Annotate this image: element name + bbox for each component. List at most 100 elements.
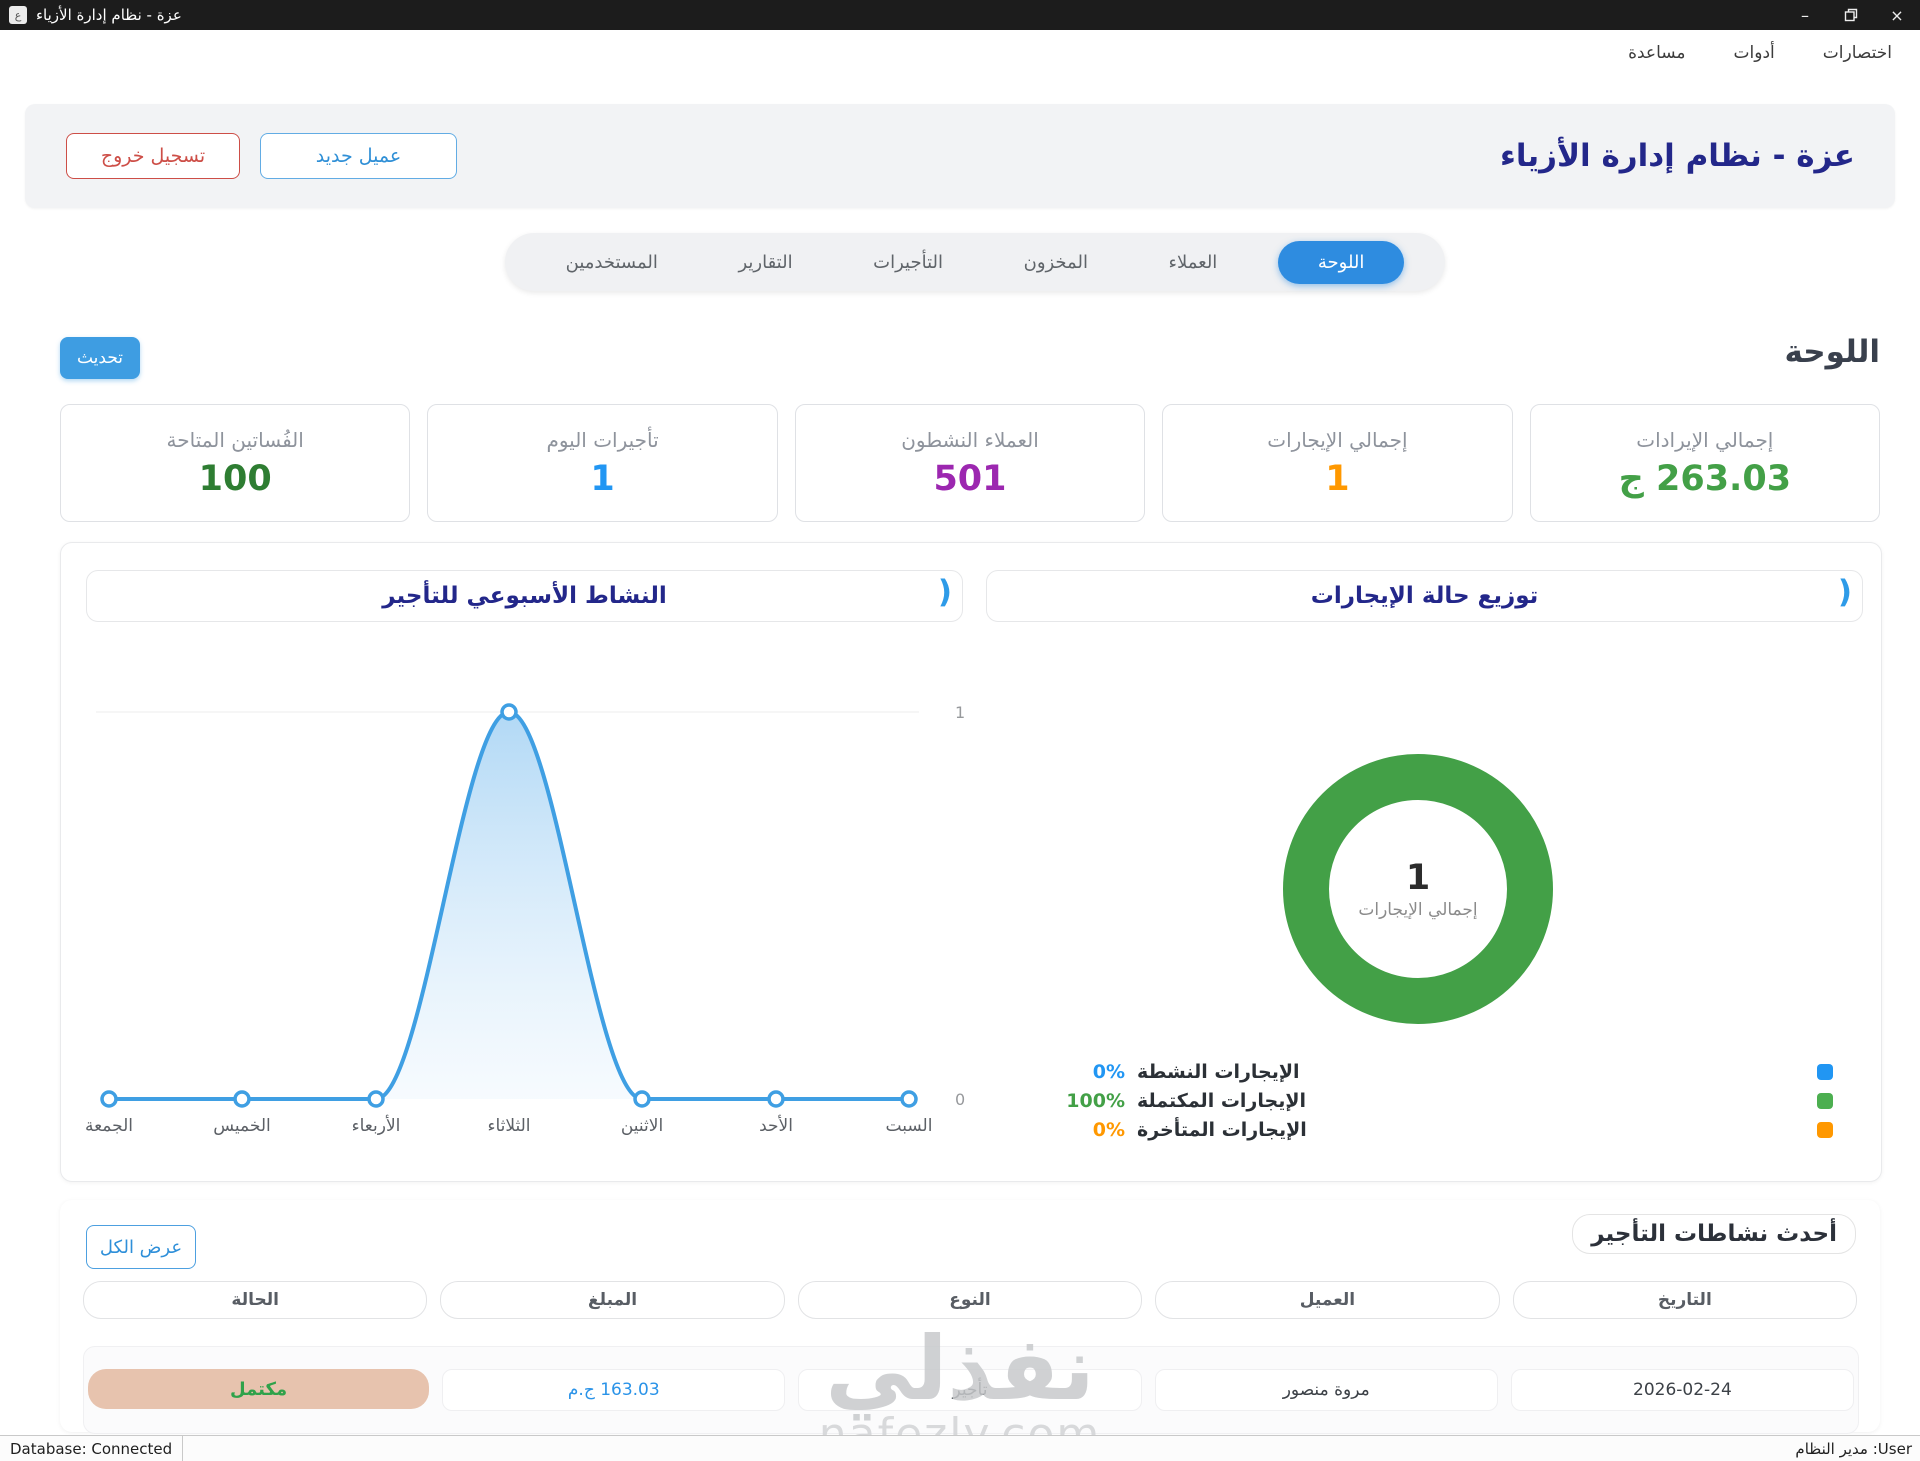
donut-total-value: 1 bbox=[1405, 858, 1431, 898]
charts-panel: النشاط الأسبوعي للتأجير ) توزيع حالة الإ… bbox=[60, 542, 1882, 1182]
data-point bbox=[100, 1090, 118, 1108]
legend-item-late: 0% الإيجارات المتأخرة bbox=[1061, 1117, 1833, 1143]
stat-label: العملاء النشطون bbox=[901, 427, 1039, 452]
stat-value: 501 bbox=[933, 458, 1007, 499]
stat-value: 263.03 ج bbox=[1618, 458, 1792, 499]
weekly-line-chart: 1 0 الجمعة الخميس الأربعاء الثلاثاء الاث… bbox=[85, 703, 965, 1136]
x-tick: الأحد bbox=[759, 1115, 793, 1136]
x-tick: الثلاثاء bbox=[487, 1116, 530, 1136]
logout-button[interactable]: تسجيل خروج bbox=[66, 133, 240, 179]
user-status: User: مدير النظام bbox=[1795, 1439, 1912, 1458]
tab-rentals[interactable]: التأجيرات bbox=[853, 241, 963, 284]
x-tick: الاثنين bbox=[621, 1116, 663, 1136]
legend-item-active: 0% الإيجارات النشطة bbox=[1061, 1059, 1833, 1085]
donut-total-label: إجمالي الإيجارات bbox=[1358, 900, 1478, 920]
column-header-amount: المبلغ bbox=[440, 1281, 785, 1319]
header-card: عزة - نظام إدارة الأزياء عميل جديد تسجيل… bbox=[25, 104, 1895, 208]
legend-pct: 100% bbox=[1066, 1090, 1125, 1112]
latest-activities-title: أحدث نشاطات التأجير bbox=[1572, 1214, 1856, 1254]
stat-value: 1 bbox=[1325, 458, 1350, 499]
refresh-button[interactable]: تحديث bbox=[60, 337, 140, 379]
main-tabs: اللوحة العملاء المخزون التأجيرات التقاري… bbox=[505, 233, 1445, 291]
menu-bar: اختصارات أدوات مساعدة bbox=[0, 30, 1920, 76]
stat-label: تأجيرات اليوم bbox=[546, 427, 659, 452]
table-row-cells: 2026-02-24 مروة منصور تأجير 163.03 ج.م م… bbox=[84, 1369, 1858, 1411]
cell-amount: 163.03 ج.م bbox=[442, 1369, 786, 1411]
menu-tools[interactable]: أدوات bbox=[1734, 43, 1775, 63]
stat-card-total-revenue: إجمالي الإيرادات 263.03 ج bbox=[1529, 404, 1880, 522]
stat-card-today-rentals: تأجيرات اليوم 1 bbox=[427, 404, 778, 522]
view-all-button[interactable]: عرض الكل bbox=[86, 1225, 196, 1269]
column-header-client: العميل bbox=[1155, 1281, 1500, 1319]
tab-clients[interactable]: العملاء bbox=[1149, 241, 1238, 284]
close-icon[interactable]: × bbox=[1874, 0, 1920, 30]
legend-label: الإيجارات المكتملة bbox=[1137, 1090, 1306, 1112]
status-badge: مكتمل bbox=[87, 1369, 430, 1409]
y-axis-max: 1 bbox=[955, 703, 965, 722]
legend-label: الإيجارات النشطة bbox=[1137, 1061, 1300, 1083]
app-icon: ع bbox=[9, 6, 27, 24]
tab-users[interactable]: المستخدمين bbox=[546, 241, 678, 284]
cell-client: مروة منصور bbox=[1154, 1369, 1498, 1411]
table-header-row: التاريخ العميل النوع المبلغ الحالة bbox=[82, 1281, 1857, 1319]
x-tick: السبت bbox=[886, 1116, 933, 1136]
weekly-chart-title: النشاط الأسبوعي للتأجير ) bbox=[86, 570, 963, 622]
minimize-icon[interactable]: – bbox=[1782, 0, 1828, 30]
menu-help[interactable]: مساعدة bbox=[1628, 43, 1685, 63]
menu-shortcuts[interactable]: اختصارات bbox=[1823, 43, 1892, 63]
stats-row: إجمالي الإيرادات 263.03 ج إجمالي الإيجار… bbox=[59, 404, 1880, 522]
data-point-peak bbox=[500, 703, 518, 721]
restore-icon[interactable] bbox=[1828, 0, 1874, 30]
data-point bbox=[633, 1090, 651, 1108]
column-header-type: النوع bbox=[797, 1281, 1143, 1319]
chart-glyph-icon: ) bbox=[937, 574, 952, 610]
status-chart-title: توزيع حالة الإيجارات ) bbox=[986, 570, 1863, 622]
area-fill bbox=[109, 712, 909, 1099]
stat-label: إجمالي الإيجارات bbox=[1267, 427, 1408, 452]
tab-inventory[interactable]: المخزون bbox=[1004, 241, 1108, 284]
stat-card-active-clients: العملاء النشطون 501 bbox=[794, 404, 1146, 522]
window-title: عزة - نظام إدارة الأزياء bbox=[36, 6, 182, 24]
table-row[interactable]: 2026-02-24 مروة منصور تأجير 163.03 ج.م م… bbox=[83, 1346, 1859, 1434]
column-header-date: التاريخ bbox=[1512, 1281, 1857, 1319]
x-tick: الأربعاء bbox=[352, 1115, 401, 1136]
latest-activities-panel: أحدث نشاطات التأجير عرض الكل التاريخ الع… bbox=[60, 1200, 1880, 1434]
data-point bbox=[900, 1090, 918, 1108]
stat-label: إجمالي الإيرادات bbox=[1636, 427, 1774, 452]
legend-label: الإيجارات المتأخرة bbox=[1137, 1119, 1307, 1141]
y-axis-min: 0 bbox=[955, 1090, 965, 1109]
stat-label: الفُساتين المتاحة bbox=[166, 427, 304, 452]
weekly-chart-title-text: النشاط الأسبوعي للتأجير bbox=[382, 583, 667, 609]
stat-card-total-rentals: إجمالي الإيجارات 1 bbox=[1162, 404, 1513, 522]
donut-center: 1 إجمالي الإيجارات bbox=[1283, 754, 1553, 1024]
page-title: اللوحة bbox=[1784, 334, 1881, 370]
db-status: Database: Connected bbox=[0, 1436, 184, 1461]
stat-value: 1 bbox=[590, 458, 615, 499]
stat-value: 100 bbox=[198, 458, 272, 499]
data-point bbox=[367, 1090, 385, 1108]
legend-swatch-blue-icon bbox=[1817, 1064, 1833, 1080]
title-bar: ع عزة - نظام إدارة الأزياء – × bbox=[0, 0, 1920, 30]
x-tick: الخميس bbox=[213, 1116, 271, 1136]
legend-item-completed: 100% الإيجارات المكتملة bbox=[1061, 1088, 1833, 1114]
new-client-button[interactable]: عميل جديد bbox=[260, 133, 457, 179]
status-chart-title-text: توزيع حالة الإيجارات bbox=[1310, 583, 1539, 609]
tab-reports[interactable]: التقارير bbox=[718, 241, 812, 284]
data-point bbox=[767, 1090, 785, 1108]
cell-date: 2026-02-24 bbox=[1510, 1369, 1854, 1411]
column-header-status: الحالة bbox=[82, 1281, 428, 1319]
legend-pct: 0% bbox=[1092, 1061, 1125, 1083]
legend-swatch-green-icon bbox=[1817, 1093, 1833, 1109]
chart-glyph-icon: ) bbox=[1837, 574, 1852, 610]
legend-pct: 0% bbox=[1092, 1119, 1125, 1141]
cell-type: تأجير bbox=[798, 1369, 1142, 1411]
stat-card-available-dresses: الفُساتين المتاحة 100 bbox=[59, 404, 411, 522]
app-title: عزة - نظام إدارة الأزياء bbox=[1500, 138, 1855, 174]
donut-legend: 0% الإيجارات النشطة 100% الإيجارات المكت… bbox=[1061, 1059, 1833, 1146]
data-point bbox=[233, 1090, 251, 1108]
status-bar: Database: Connected User: مدير النظام bbox=[0, 1435, 1920, 1461]
tab-dashboard[interactable]: اللوحة bbox=[1277, 240, 1405, 284]
x-tick: الجمعة bbox=[85, 1116, 133, 1136]
window-controls: – × bbox=[1782, 0, 1920, 30]
legend-swatch-orange-icon bbox=[1817, 1122, 1833, 1138]
